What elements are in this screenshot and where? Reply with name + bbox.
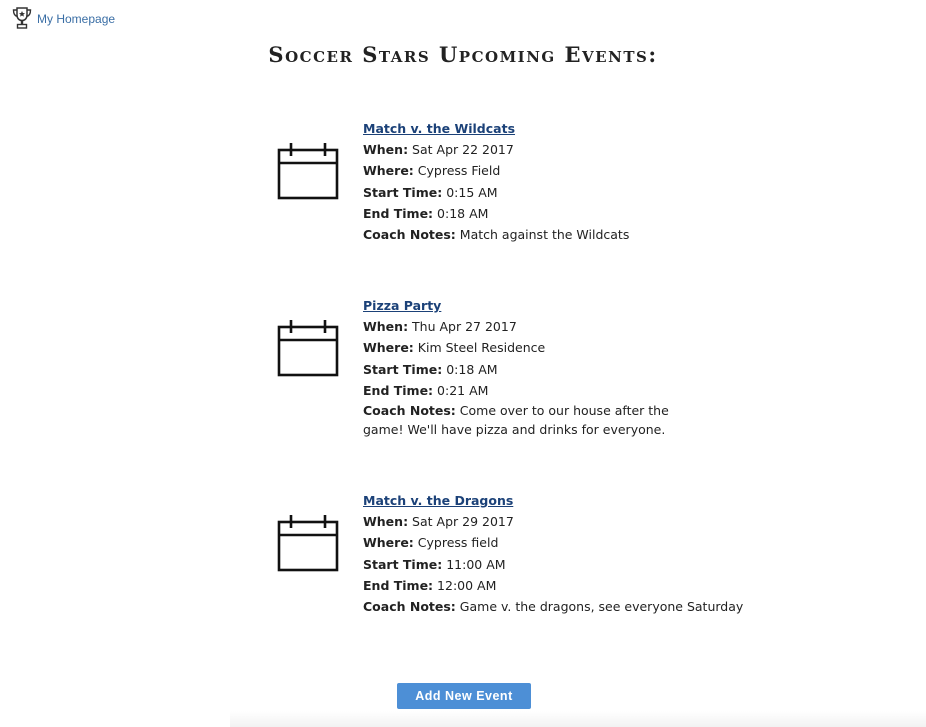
my-homepage-link[interactable]: My Homepage <box>11 6 115 30</box>
event-title-link[interactable]: Match v. the Wildcats <box>363 118 629 139</box>
coach-notes-value: Game v. the dragons, see everyone Saturd… <box>459 599 744 615</box>
when-label: When: <box>363 319 409 335</box>
event-end-time: End Time: 12:00 AM <box>363 575 743 596</box>
when-value: Thu Apr 27 2017 <box>412 319 517 335</box>
when-label: When: <box>363 142 409 158</box>
page-title: Soccer Stars Upcoming Events: <box>268 42 658 67</box>
my-homepage-label: My Homepage <box>37 11 116 26</box>
end-time-label: End Time: <box>363 577 434 593</box>
where-value: Kim Steel Residence <box>417 340 546 356</box>
calendar-icon <box>277 143 339 200</box>
calendar-icon <box>277 320 339 377</box>
event-where: Where: Cypress Field <box>363 160 629 181</box>
start-time-label: Start Time: <box>363 361 443 377</box>
event-title-link[interactable]: Match v. the Dragons <box>363 490 743 511</box>
event-details: Match v. the Dragons When: Sat Apr 29 20… <box>363 490 743 617</box>
event-start-time: Start Time: 0:15 AM <box>363 182 629 203</box>
start-time-value: 0:15 AM <box>446 184 498 200</box>
event-end-time: End Time: 0:18 AM <box>363 203 629 224</box>
where-label: Where: <box>363 340 414 356</box>
bottom-shadow <box>230 711 926 727</box>
trophy-icon <box>12 7 32 29</box>
where-label: Where: <box>363 535 414 551</box>
coach-notes-label: Coach Notes: <box>363 227 456 243</box>
coach-notes-label: Coach Notes: <box>363 403 456 419</box>
coach-notes-label: Coach Notes: <box>363 599 456 615</box>
where-label: Where: <box>363 163 414 179</box>
event-where: Where: Kim Steel Residence <box>363 337 703 358</box>
start-time-label: Start Time: <box>363 184 443 200</box>
event-details: Match v. the Wildcats When: Sat Apr 22 2… <box>363 118 629 245</box>
event-when: When: Sat Apr 22 2017 <box>363 139 629 160</box>
when-value: Sat Apr 29 2017 <box>412 514 514 530</box>
end-time-label: End Time: <box>363 382 434 398</box>
start-time-value: 0:18 AM <box>446 361 498 377</box>
add-new-event-button[interactable]: Add New Event <box>397 683 531 709</box>
event-end-time: End Time: 0:21 AM <box>363 380 703 401</box>
start-time-label: Start Time: <box>363 556 443 572</box>
where-value: Cypress Field <box>417 163 501 179</box>
event-coach-notes: Coach Notes: Match against the Wildcats <box>363 224 629 245</box>
end-time-value: 0:18 AM <box>437 205 489 221</box>
coach-notes-value: Match against the Wildcats <box>459 227 630 243</box>
where-value: Cypress field <box>417 535 499 551</box>
end-time-value: 12:00 AM <box>437 577 497 593</box>
event-coach-notes: Coach Notes: Come over to our house afte… <box>363 401 703 439</box>
start-time-value: 11:00 AM <box>446 556 506 572</box>
when-label: When: <box>363 514 409 530</box>
event-start-time: Start Time: 0:18 AM <box>363 359 703 380</box>
event-coach-notes: Coach Notes: Game v. the dragons, see ev… <box>363 596 743 617</box>
event-where: Where: Cypress field <box>363 532 743 553</box>
calendar-icon <box>277 515 339 572</box>
end-time-label: End Time: <box>363 205 434 221</box>
event-start-time: Start Time: 11:00 AM <box>363 554 743 575</box>
event-when: When: Thu Apr 27 2017 <box>363 316 703 337</box>
when-value: Sat Apr 22 2017 <box>412 142 514 158</box>
event-details: Pizza Party When: Thu Apr 27 2017 Where:… <box>363 295 703 439</box>
event-title-link[interactable]: Pizza Party <box>363 295 703 316</box>
page-root: { "nav": { "home_label": "My Homepage", … <box>0 0 926 727</box>
event-when: When: Sat Apr 29 2017 <box>363 511 743 532</box>
end-time-value: 0:21 AM <box>437 382 489 398</box>
